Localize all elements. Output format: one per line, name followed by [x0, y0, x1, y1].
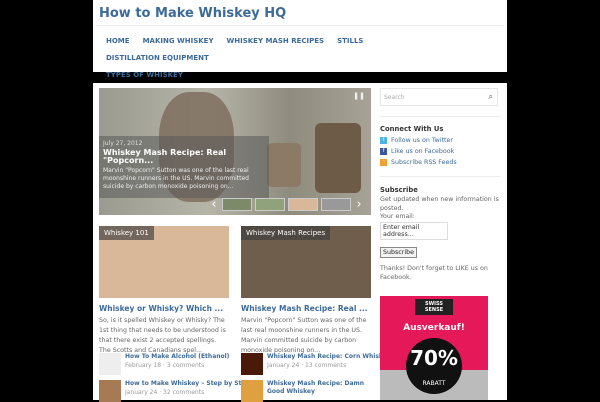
rss-link[interactable]: ◝ Subscribe RSS Feeds [380, 159, 500, 166]
slide-image-barrel [267, 143, 301, 187]
subscribe-button[interactable]: Subscribe [380, 247, 417, 258]
link-label: Follow us on Twitter [391, 137, 453, 144]
nav-home[interactable]: HOME [106, 33, 130, 50]
category-card: Whiskey 101 Whiskey or Whisky? Which ...… [99, 226, 229, 356]
post-comments[interactable]: 32 comments [163, 389, 204, 396]
category-card: Whiskey Mash Recipes Whiskey Mash Recipe… [241, 226, 371, 356]
thumbnail[interactable] [222, 198, 252, 211]
category-label[interactable]: Whiskey Mash Recipes [241, 226, 331, 240]
nav-making-whiskey[interactable]: MAKING WHISKEY [143, 33, 214, 50]
card-title[interactable]: Whiskey or Whisky? Which ... [99, 304, 229, 313]
search-input[interactable]: Search ⌕ [380, 88, 498, 106]
list-item[interactable]: Whiskey Mash Recipe: Corn Whiskey January… [241, 353, 391, 375]
twitter-link[interactable]: t Follow us on Twitter [380, 137, 500, 144]
card-image[interactable]: Whiskey 101 [99, 226, 229, 298]
card-title[interactable]: Whiskey Mash Recipe: Real ... [241, 304, 371, 313]
widget-title: Subscribe [380, 186, 418, 194]
post-date: January 24 [267, 362, 300, 369]
slide-image-barrel [315, 123, 361, 193]
featured-slider[interactable]: ❚❚ July 27, 2012 Whiskey Mash Recipe: Re… [99, 88, 371, 215]
thumbnail [99, 380, 121, 402]
post-title[interactable]: How To Make Alcohol (Ethanol) [125, 353, 229, 361]
post-comments[interactable]: 13 comments [305, 362, 346, 369]
ad-discount: 70% [410, 346, 458, 370]
card-excerpt: Marvin "Popcorn" Sutton was one of the l… [241, 317, 367, 354]
pause-icon[interactable]: ❚❚ [353, 92, 365, 100]
list-item[interactable]: How To Make Alcohol (Ethanol) February 18… [99, 353, 229, 375]
link-label: Like us on Facebook [391, 148, 455, 155]
thumbnail[interactable] [321, 198, 351, 211]
list-item[interactable]: How to Make Whiskey – Step by Step Januar… [99, 380, 250, 402]
search-icon[interactable]: ⌕ [489, 92, 493, 102]
site-header: How to Make Whiskey HQ HOME MAKING WHISKE… [93, 0, 507, 79]
rss-icon: ◝ [380, 159, 387, 166]
divider [380, 176, 500, 177]
thumbnail [241, 353, 263, 375]
slide-date: July 27, 2012 [103, 140, 143, 147]
sidebar: Search ⌕ Connect With Us t Follow us on Tw… [380, 88, 500, 282]
thumbnail [241, 380, 263, 402]
slide-title[interactable]: Whiskey Mash Recipe: Real "Popcorn... [103, 149, 265, 165]
advertisement[interactable]: SWISS SENSE Ausverkauf! 70% RABATT [380, 296, 488, 400]
post-title[interactable]: Whiskey Mash Recipe: Corn Whiskey [267, 353, 391, 361]
thanks-text: Thanks! Don't forget to LIKE us on Faceb… [380, 265, 488, 281]
post-date: January 24 [125, 389, 158, 396]
nav-types-of-whiskey[interactable]: TYPES OF WHISKEY [106, 67, 183, 84]
facebook-link[interactable]: f Like us on Facebook [380, 148, 500, 155]
facebook-icon: f [380, 148, 387, 155]
category-label[interactable]: Whiskey 101 [99, 226, 154, 240]
slide-excerpt: Marvin "Popcorn" Sutton was one of the l… [103, 167, 249, 190]
divider [97, 25, 503, 26]
card-excerpt: So, is it spelled Whiskey or Whisky? The… [99, 317, 226, 354]
main-nav: HOME MAKING WHISKEY WHISKEY MASH RECIPES ST… [106, 33, 486, 84]
email-label: Your email: [380, 213, 415, 220]
card-image[interactable]: Whiskey Mash Recipes [241, 226, 371, 298]
slide-caption: July 27, 2012 Whiskey Mash Recipe: Real … [99, 136, 269, 198]
nav-mash-recipes[interactable]: WHISKEY MASH RECIPES [227, 33, 325, 50]
search-placeholder: Search [384, 94, 405, 101]
post-date: February 18 [125, 362, 162, 369]
list-item[interactable]: Whiskey Mash Recipe: Damn Good Whiskey [241, 380, 373, 402]
chevron-right-icon[interactable]: › [354, 197, 364, 212]
twitter-icon: t [380, 137, 387, 144]
ad-headline: Ausverkauf! [403, 323, 465, 333]
thumbnail [99, 353, 121, 375]
ad-brand-logo: SWISS SENSE [415, 299, 453, 315]
chevron-left-icon[interactable]: ‹ [209, 197, 219, 212]
site-title[interactable]: How to Make Whiskey HQ [99, 6, 286, 21]
link-label: Subscribe RSS Feeds [391, 159, 457, 166]
thumbnail[interactable] [255, 198, 285, 211]
slider-thumbnails: ‹ › [209, 196, 371, 213]
subscribe-text: Get updated when new information is post… [380, 196, 499, 212]
thumbnail[interactable] [288, 198, 318, 211]
nav-stills[interactable]: STILLS [337, 33, 363, 50]
nav-distillation-equipment[interactable]: DISTILLATION EQUIPMENT [106, 50, 209, 67]
post-title[interactable]: How to Make Whiskey – Step by Step [125, 380, 250, 388]
widget-title: Connect With Us [380, 125, 444, 133]
email-input[interactable]: Enter email address... [380, 222, 448, 240]
post-title[interactable]: Whiskey Mash Recipe: Damn Good Whiskey [267, 380, 373, 396]
divider [380, 116, 500, 117]
post-comments[interactable]: 3 comments [167, 362, 204, 369]
ad-discount-badge: 70% RABATT [406, 338, 462, 394]
main-content: ❚❚ July 27, 2012 Whiskey Mash Recipe: Re… [93, 83, 507, 402]
ad-discount-label: RABATT [422, 380, 446, 387]
